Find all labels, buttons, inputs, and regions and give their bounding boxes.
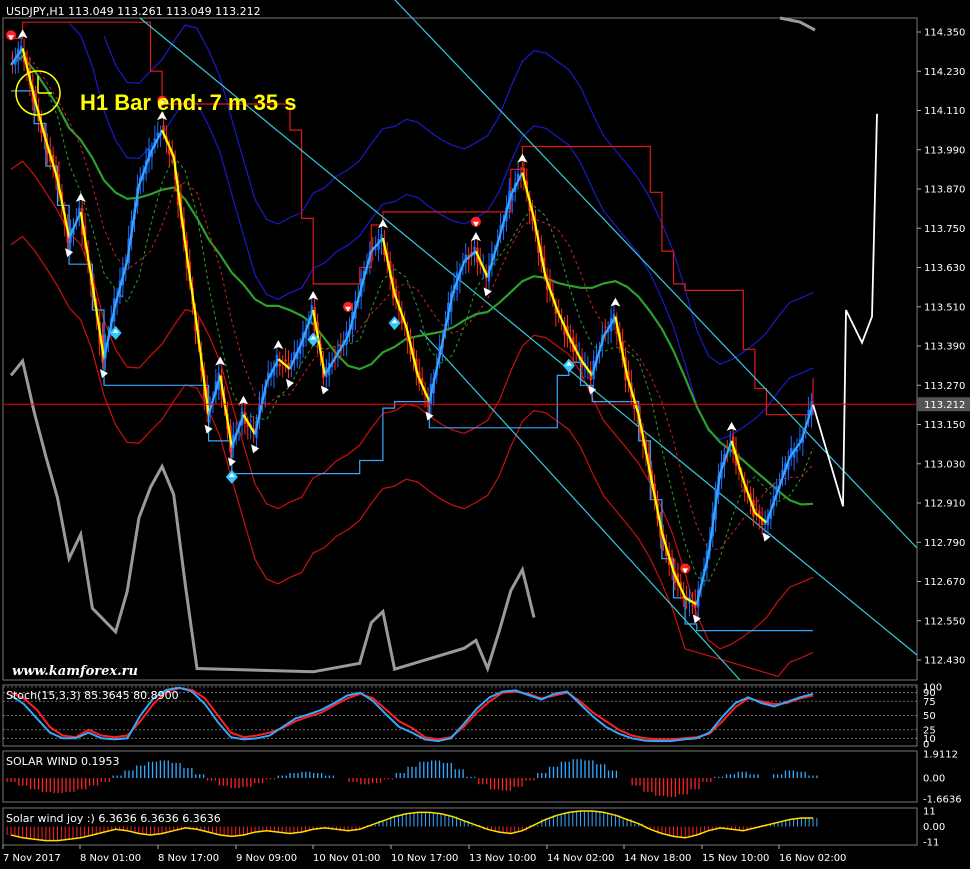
current-price-label: 113.212 (924, 400, 965, 411)
candle-body (755, 509, 758, 511)
watermark: www.kamforex.ru (12, 664, 138, 679)
solar-wind-joy-tick-label: -11 (923, 838, 939, 849)
price-tick-label: 113.270 (924, 381, 965, 392)
price-tick-label: 114.230 (924, 67, 965, 78)
time-tick-label: 10 Nov 01:00 (313, 853, 380, 864)
fractal-down-arrow (483, 287, 492, 297)
price-tick-label: 112.550 (924, 616, 965, 627)
fractal-up-arrow (75, 192, 86, 202)
candle-body (284, 359, 287, 362)
fractal-down-arrow (320, 385, 329, 395)
chart-title: USDJPY,H1 113.049 113.261 113.049 113.21… (6, 5, 261, 18)
candle-body (374, 249, 377, 251)
price-tick-label: 112.430 (924, 656, 965, 667)
time-tick-label: 8 Nov 17:00 (158, 853, 219, 864)
fractal-up-arrow (273, 340, 284, 350)
price-tick-label: 113.030 (924, 459, 965, 470)
price-tick-label: 112.670 (924, 577, 965, 588)
solar-wind-label: SOLAR WIND 0.1953 (6, 755, 120, 768)
green-moving-average (10, 55, 814, 506)
solar-wind-joy-tick-label: 11 (923, 807, 936, 818)
fractal-down-arrow (285, 378, 294, 388)
fractal-down-arrow (251, 444, 260, 454)
solar-wind-joy-tick-label: 0.00 (923, 822, 945, 833)
fractal-up-arrow (308, 291, 319, 301)
chart-canvas: 114.350 114.230 114.110 113.990 113.870 113.7… (2, 0, 970, 864)
projection-line (812, 113, 878, 507)
fast-signal-line (614, 316, 629, 376)
time-tick-label: 13 Nov 10:00 (469, 853, 536, 864)
time-tick-label: 14 Nov 02:00 (547, 853, 614, 864)
price-tick-label: 112.790 (924, 538, 965, 549)
fast-signal-line (521, 172, 536, 219)
candle-body (691, 604, 694, 606)
time-tick-label: 8 Nov 01:00 (80, 853, 141, 864)
dashed-ma-green (10, 55, 814, 583)
fast-signal-line (254, 381, 268, 435)
fractal-up-arrow (610, 297, 621, 307)
bar-end-timer: H1 Bar end: 7 m 35 s (80, 90, 296, 115)
fast-signal-line (625, 375, 640, 415)
solar-wind-tick-label: 1.9112 (923, 750, 958, 761)
fractal-up-arrow (238, 395, 249, 405)
stochastic-tick-label: 50 (923, 711, 936, 722)
channel-bottom (11, 90, 813, 632)
stochastic-label: Stoch(15,3,3) 85.3645 80.8900 (6, 689, 179, 702)
trendline-upper (394, 0, 918, 549)
chart-window: 114.350 114.230 114.110 113.990 113.870 113.7… (0, 0, 970, 869)
fast-signal-line (126, 185, 140, 262)
price-tick-label: 113.150 (924, 420, 965, 431)
price-tick-label: 113.870 (924, 185, 965, 196)
time-tick-label: 7 Nov 2017 (3, 853, 61, 864)
fast-signal-line (219, 375, 233, 448)
solar-wind-joy-label: Solar wind joy :) 6.3636 6.3636 6.3636 (6, 812, 221, 825)
time-tick-label: 16 Nov 02:00 (779, 853, 846, 864)
time-tick-label: 9 Nov 09:00 (236, 853, 297, 864)
stochastic-tick-label: 75 (923, 697, 936, 708)
candle-body (278, 363, 281, 367)
price-tick-label: 113.990 (924, 145, 965, 156)
solar-wind-tick-label: -1.6636 (923, 795, 962, 806)
fast-signal-line (114, 260, 129, 304)
fractal-up-arrow (470, 232, 481, 242)
time-tick-label: 15 Nov 10:00 (702, 853, 769, 864)
time-tick-label: 10 Nov 17:00 (391, 853, 458, 864)
fast-signal-line (33, 97, 47, 141)
fast-signal-line (184, 244, 199, 327)
fast-signal-line (195, 326, 210, 415)
dashed-ma-red (10, 49, 814, 550)
time-tick-label: 14 Nov 18:00 (624, 853, 691, 864)
grey-band-upper (779, 16, 816, 32)
price-tick-label: 114.110 (924, 106, 965, 117)
price-tick-label: 113.510 (924, 302, 965, 313)
price-tick-label: 112.910 (924, 499, 965, 510)
fractal-up-arrow (726, 421, 737, 431)
fast-signal-line (56, 178, 71, 239)
fast-signal-line (347, 293, 361, 337)
price-tick-label: 114.350 (924, 28, 965, 39)
fast-signal-line (172, 156, 187, 245)
price-tick-label: 113.750 (924, 224, 965, 235)
price-tick-label: 113.390 (924, 342, 965, 353)
candle-body (795, 449, 799, 452)
solar-wind-tick-label: 0.00 (923, 774, 945, 785)
envelope-blue-2 (68, 22, 814, 441)
price-tick-label: 113.630 (924, 263, 965, 274)
main-panel-frame (2, 17, 918, 681)
fast-signal-line (91, 283, 106, 360)
